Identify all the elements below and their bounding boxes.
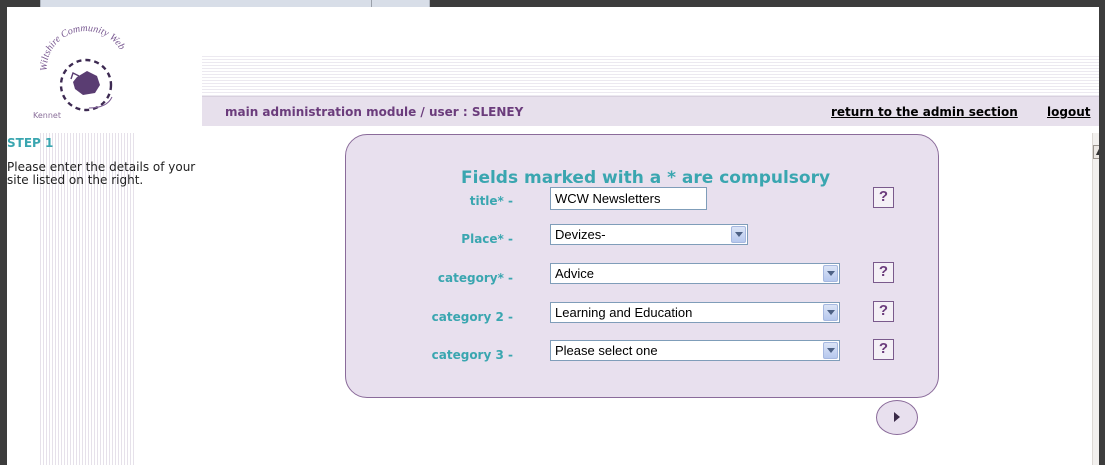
wiltshire-community-web-logo: Wiltshire Community Web Kennet [7, 13, 157, 128]
browser-tab-strip [40, 0, 430, 7]
chevron-down-icon[interactable] [823, 342, 838, 359]
return-to-admin-link[interactable]: return to the admin section [831, 105, 1018, 119]
place-select[interactable]: Devizes- [550, 224, 748, 245]
logout-link[interactable]: logout [1047, 105, 1090, 119]
next-step-button[interactable] [876, 400, 918, 435]
category-2-select-value: Learning and Education [555, 305, 693, 320]
page-content: Wiltshire Community Web Kennet main admi… [7, 7, 1099, 465]
step-title: STEP 1 [7, 136, 54, 150]
chevron-down-icon[interactable] [823, 304, 838, 321]
logo-community-text: Wiltshire Community Web [39, 23, 127, 71]
category-select[interactable]: Advice [550, 263, 840, 284]
category-3-select[interactable]: Please select one [550, 340, 840, 361]
chevron-down-icon[interactable] [731, 226, 746, 243]
title-help-button[interactable]: ? [873, 187, 894, 208]
logo-graphic: Wiltshire Community Web [39, 23, 127, 112]
category-help-button[interactable]: ? [873, 262, 894, 283]
step-instructions: Please enter the details of your site li… [7, 160, 196, 187]
admin-breadcrumb: main administration module / user : SLEN… [225, 105, 524, 119]
category-3-label: category 3 - [431, 348, 513, 362]
vertical-scrollbar[interactable]: ▲ [1092, 133, 1099, 465]
svg-text:Wiltshire Community Web: Wiltshire Community Web [39, 23, 127, 71]
form-heading: Fields marked with a * are compulsory [461, 168, 831, 188]
chevron-down-icon[interactable] [823, 265, 838, 282]
place-select-value: Devizes- [555, 227, 606, 242]
header-banner [202, 56, 1099, 96]
category-2-label: category 2 - [431, 310, 513, 324]
category-3-select-value: Please select one [555, 343, 658, 358]
category-2-select[interactable]: Learning and Education [550, 302, 840, 323]
logo-area-label: Kennet [33, 111, 61, 120]
window-frame-right [1099, 7, 1105, 465]
admin-bar: main administration module / user : SLEN… [202, 96, 1099, 126]
title-input[interactable] [550, 187, 707, 210]
category-select-value: Advice [555, 266, 595, 281]
place-label: Place* - [461, 232, 513, 246]
title-label: title* - [469, 194, 513, 208]
window-frame-left [0, 7, 7, 465]
category-label: category* - [437, 271, 513, 285]
scroll-up-arrow-icon[interactable]: ▲ [1093, 145, 1099, 159]
category-3-help-button[interactable]: ? [873, 339, 894, 360]
category-2-help-button[interactable]: ? [873, 301, 894, 322]
